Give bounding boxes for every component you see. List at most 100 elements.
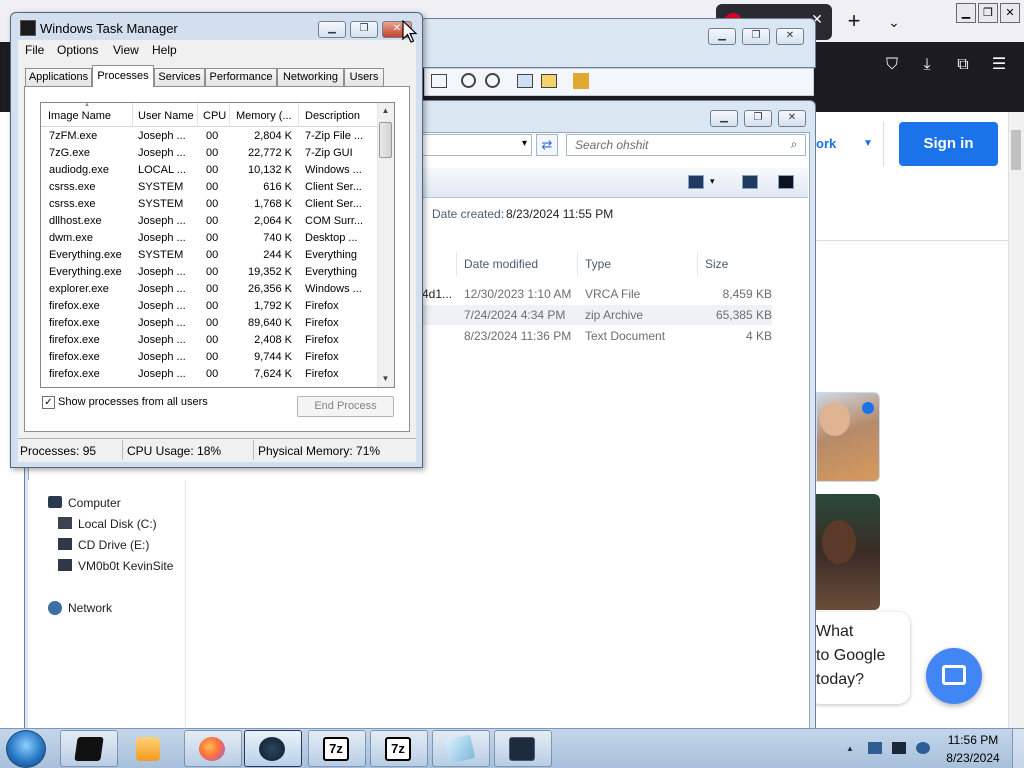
column-separator[interactable] — [229, 103, 230, 127]
firefox-minimize-button[interactable]: ▁ — [956, 3, 976, 23]
nav-item-network-drive[interactable]: VM0b0t KevinSite — [78, 559, 173, 573]
scroll-down-icon[interactable]: ▼ — [379, 372, 392, 385]
start-button[interactable] — [6, 730, 46, 768]
chevron-down-icon[interactable]: ▾ — [710, 176, 715, 187]
menu-icon[interactable]: ☰ — [986, 52, 1012, 78]
nav-item-computer[interactable]: Computer — [68, 496, 121, 510]
table-row[interactable]: dwm.exe Joseph ... 00 740 K Desktop ... — [42, 230, 376, 247]
restore-button[interactable]: ❐ — [350, 21, 378, 38]
tab-networking[interactable]: Networking — [277, 68, 344, 86]
table-row[interactable]: firefox.exe Joseph ... 00 7,624 K Firefox — [42, 366, 376, 383]
firefox-close-button[interactable]: ✕ — [1000, 3, 1020, 23]
column-header-date-modified[interactable]: Date modified — [464, 257, 538, 271]
nav-item-network[interactable]: Network — [68, 601, 112, 615]
tray-expand-icon[interactable]: ▲ — [846, 744, 854, 753]
file-row[interactable]: 7/24/2024 4:34 PM zip Archive 65,385 KB — [420, 305, 772, 325]
column-header-type[interactable]: Type — [585, 257, 611, 271]
view-options-icon[interactable] — [688, 175, 704, 189]
media-player-icon[interactable] — [136, 737, 160, 761]
zoom-out-icon[interactable] — [485, 73, 500, 88]
table-row[interactable]: 7zFM.exe Joseph ... 00 2,804 K 7-Zip File ..… — [42, 128, 376, 145]
close-button[interactable]: ✕ — [776, 28, 804, 45]
page-scrollbar[interactable] — [1008, 112, 1024, 728]
refresh-icon[interactable]: ⇄ — [536, 134, 558, 156]
menu-view[interactable]: View — [113, 43, 139, 57]
column-header-cpu[interactable]: CPU — [203, 110, 226, 122]
table-row[interactable]: firefox.exe Joseph ... 00 9,744 K Firefox — [42, 349, 376, 366]
table-row[interactable]: 7zG.exe Joseph ... 00 22,772 K 7-Zip GUI — [42, 145, 376, 162]
edit-icon[interactable] — [541, 74, 557, 88]
table-row[interactable]: Everything.exe Joseph ... 00 19,352 K Everyt… — [42, 264, 376, 281]
column-separator[interactable] — [132, 103, 133, 127]
new-tab-button[interactable]: + — [842, 10, 866, 34]
column-separator[interactable] — [197, 103, 198, 127]
tab-performance[interactable]: Performance — [205, 68, 277, 86]
process-user-name: SYSTEM — [138, 249, 184, 261]
table-row[interactable]: firefox.exe Joseph ... 00 2,408 K Firefox — [42, 332, 376, 349]
tab-users[interactable]: Users — [344, 68, 384, 86]
sign-in-button[interactable]: Sign in — [899, 122, 998, 166]
show-all-processes-checkbox[interactable]: ✓ — [42, 396, 55, 409]
clock-time[interactable]: 11:56 PM — [940, 733, 1006, 747]
steam-icon — [259, 737, 285, 761]
tray-monitor-icon[interactable] — [892, 742, 906, 754]
file-row[interactable]: 8/23/2024 11:36 PM Text Document 4 KB — [420, 326, 772, 346]
help-icon[interactable] — [778, 175, 794, 189]
scroll-up-icon[interactable]: ▲ — [379, 104, 392, 117]
extensions-icon[interactable]: ⧉ — [950, 52, 976, 78]
file-row[interactable]: 4d1... 12/30/2023 1:10 AM VRCA File 8,45… — [420, 284, 772, 304]
minimize-button[interactable]: ▁ — [710, 110, 738, 127]
scrollbar-thumb[interactable] — [379, 122, 392, 158]
restore-button[interactable]: ❐ — [744, 110, 772, 127]
process-cpu: 00 — [206, 198, 219, 210]
end-process-button[interactable]: End Process — [297, 396, 394, 417]
pocket-icon[interactable]: ⛉ — [879, 52, 905, 78]
exit-icon[interactable] — [431, 74, 447, 88]
chevron-down-icon[interactable]: ▼ — [856, 122, 880, 166]
scrollbar-thumb[interactable] — [1011, 130, 1021, 170]
download-icon[interactable]: ⤓ — [914, 52, 940, 78]
column-header-memory[interactable]: Memory (... — [236, 110, 292, 122]
volume-icon[interactable] — [916, 742, 930, 754]
column-header-user-name[interactable]: User Name — [138, 110, 194, 122]
menu-file[interactable]: File — [25, 43, 44, 57]
fit-window-icon[interactable] — [517, 74, 533, 88]
show-desktop-button[interactable] — [1012, 729, 1024, 768]
table-row[interactable]: csrss.exe SYSTEM 00 1,768 K Client Ser... — [42, 196, 376, 213]
tab-services[interactable]: Services — [154, 68, 205, 86]
table-row[interactable]: firefox.exe Joseph ... 00 1,792 K Firefox — [42, 298, 376, 315]
show-all-processes-label[interactable]: Show processes from all users — [58, 396, 208, 408]
menu-options[interactable]: Options — [57, 43, 98, 57]
firefox-restore-button[interactable]: ❐ — [978, 3, 998, 23]
search-icon[interactable]: ⌕ — [786, 136, 802, 152]
table-row[interactable]: Everything.exe SYSTEM 00 244 K Everything — [42, 247, 376, 264]
column-header-image-name[interactable]: Image Name — [48, 110, 111, 122]
list-all-tabs-button[interactable]: ⌄ — [882, 10, 906, 34]
column-separator[interactable] — [298, 103, 299, 127]
tab-applications[interactable]: Applications — [25, 68, 92, 86]
minimize-button[interactable]: ▁ — [708, 28, 736, 45]
column-header-size[interactable]: Size — [705, 257, 728, 271]
menu-help[interactable]: Help — [152, 43, 177, 57]
table-row[interactable]: dllhost.exe Joseph ... 00 2,064 K COM Surr..… — [42, 213, 376, 230]
tray-app-icon[interactable] — [868, 742, 882, 754]
process-memory: 9,744 K — [254, 351, 292, 363]
preview-pane-icon[interactable] — [742, 175, 758, 189]
tab-processes[interactable]: Processes — [92, 65, 154, 87]
chevron-down-icon[interactable]: ▾ — [522, 138, 527, 149]
nav-item-local-disk[interactable]: Local Disk (C:) — [78, 517, 157, 531]
nav-item-cd-drive[interactable]: CD Drive (E:) — [78, 538, 149, 552]
table-row[interactable]: csrss.exe SYSTEM 00 616 K Client Ser... — [42, 179, 376, 196]
close-button[interactable]: ✕ — [778, 110, 806, 127]
clock-date[interactable]: 8/23/2024 — [940, 751, 1006, 765]
zoom-in-icon[interactable] — [461, 73, 476, 88]
table-row[interactable]: explorer.exe Joseph ... 00 26,356 K Windows … — [42, 281, 376, 298]
table-row[interactable]: audiodg.exe LOCAL ... 00 10,132 K Windows ..… — [42, 162, 376, 179]
table-row[interactable]: firefox.exe Joseph ... 00 89,640 K Firefox — [42, 315, 376, 332]
restore-button[interactable]: ❐ — [742, 28, 770, 45]
address-bar[interactable]: ▾ — [420, 134, 532, 156]
search-input[interactable]: Search ohshit — [566, 134, 806, 156]
rotate-icon[interactable] — [573, 73, 589, 89]
minimize-button[interactable]: ▁ — [318, 21, 346, 38]
column-header-description[interactable]: Description — [305, 110, 360, 122]
